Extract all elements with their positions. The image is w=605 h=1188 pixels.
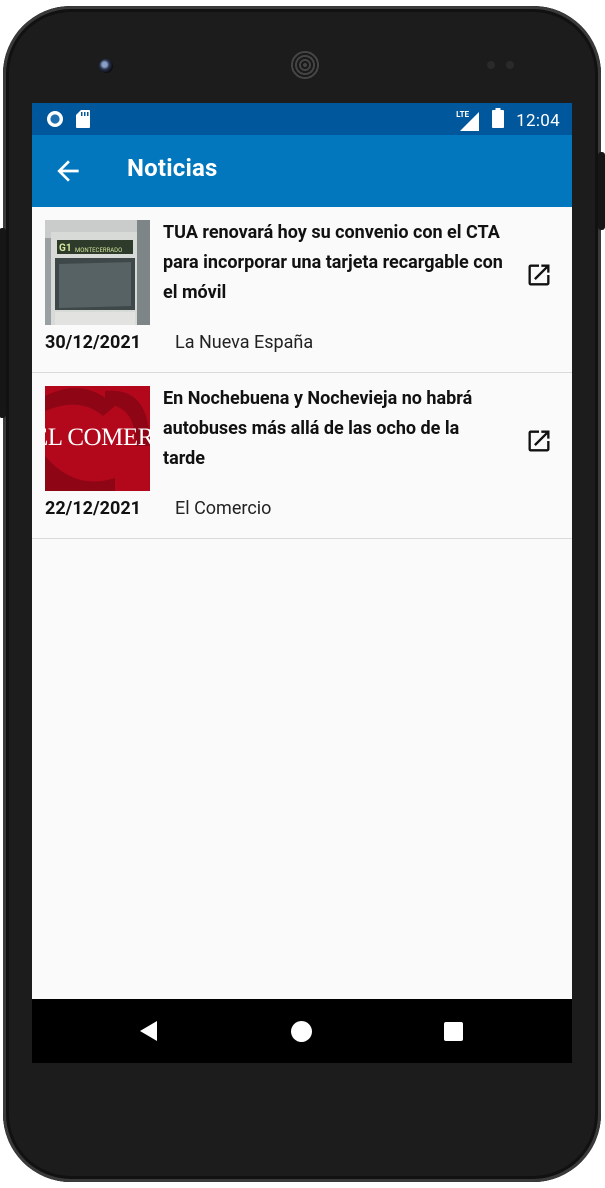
app-bar: Noticias — [32, 135, 572, 207]
lte-label: LTE — [456, 109, 470, 119]
lte-signal-icon: LTE — [456, 110, 480, 132]
nav-back-icon[interactable] — [140, 1021, 158, 1045]
news-headline[interactable]: En Nochebuena y Nochevieja no habrá auto… — [163, 384, 503, 474]
bus-sign-line: G1 — [59, 243, 72, 254]
open-in-new-icon[interactable] — [525, 261, 553, 289]
nav-recents-icon[interactable] — [444, 1022, 463, 1041]
news-headline[interactable]: TUA renovará hoy su convenio con el CTA … — [163, 218, 503, 308]
news-date: 30/12/2021 — [45, 332, 141, 353]
el-comercio-logo-text: EL COMERCIO — [45, 424, 150, 451]
screen: LTE 12:04 Noticias G1 MONTECERRADO TUA r… — [32, 103, 572, 1063]
bus-sign-destination: MONTECERRADO — [75, 247, 123, 254]
clock: 12:04 — [516, 110, 560, 131]
open-in-new-icon[interactable] — [525, 427, 553, 455]
news-source: La Nueva España — [175, 332, 314, 353]
front-camera — [99, 59, 113, 73]
power-button — [598, 152, 605, 230]
news-thumbnail: EL COMERCIO — [45, 386, 150, 491]
phone-frame: LTE 12:04 Noticias G1 MONTECERRADO TUA r… — [0, 6, 605, 1182]
news-source: El Comercio — [175, 498, 272, 519]
circle-notification-icon — [46, 110, 64, 133]
sd-card-icon — [76, 110, 90, 133]
battery-icon — [492, 108, 505, 133]
nav-home-icon[interactable] — [291, 1021, 312, 1042]
arrow-back-icon[interactable] — [52, 155, 84, 187]
status-bar: LTE 12:04 — [32, 103, 572, 135]
news-list: G1 MONTECERRADO TUA renovará hoy su conv… — [32, 207, 572, 539]
news-item[interactable]: G1 MONTECERRADO TUA renovará hoy su conv… — [32, 207, 572, 373]
page-title: Noticias — [127, 154, 218, 182]
proximity-sensor — [487, 61, 495, 69]
news-thumbnail: G1 MONTECERRADO — [45, 220, 150, 325]
news-item[interactable]: EL COMERCIO En Nochebuena y Nochevieja n… — [32, 373, 572, 539]
news-date: 22/12/2021 — [45, 498, 141, 519]
earpiece-speaker — [290, 50, 320, 80]
navigation-bar — [32, 999, 572, 1063]
light-sensor — [506, 61, 514, 69]
volume-button — [0, 228, 6, 418]
